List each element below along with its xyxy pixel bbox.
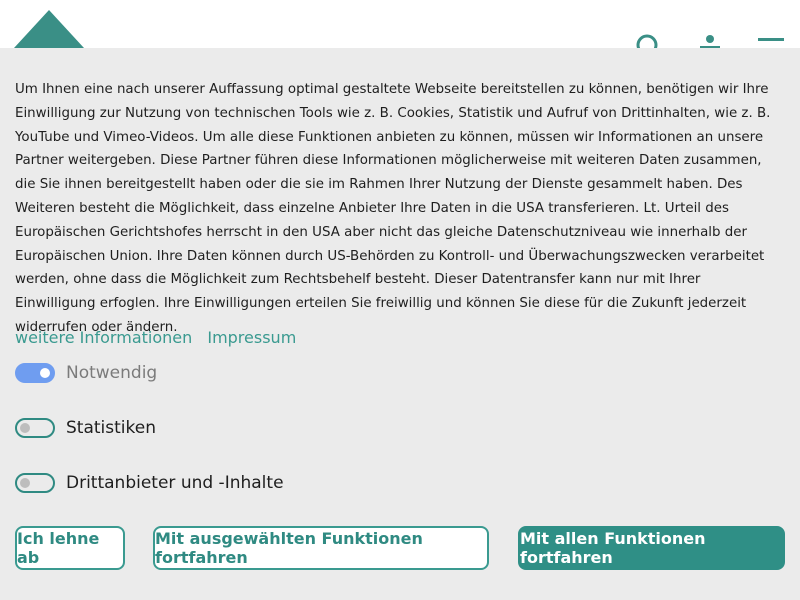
cookie-consent-banner: Um Ihnen eine nach unserer Auffassung op… [0,48,800,600]
continue-selected-button[interactable]: Mit ausgewählten Funktionen fortfahren [153,526,489,570]
statistics-label: Statistiken [66,418,156,438]
third-party-toggle[interactable] [15,473,55,493]
consent-text: Um Ihnen eine nach unserer Auffassung op… [15,82,771,335]
toggle-knob [40,368,50,378]
imprint-link[interactable]: Impressum [207,328,296,347]
toggle-knob [20,423,30,433]
toggle-row-necessary: Notwendig [15,363,157,383]
necessary-toggle[interactable] [15,363,55,383]
logo[interactable] [14,10,84,48]
third-party-label: Drittanbieter und -Inhalte [66,473,284,493]
reject-button[interactable]: Ich lehne ab [15,526,125,570]
consent-links: weitere Informationen Impressum [15,328,306,347]
necessary-label: Notwendig [66,363,158,383]
toggle-row-statistics: Statistiken [15,418,156,438]
more-info-link[interactable]: weitere Informationen [15,328,192,347]
statistics-toggle[interactable] [15,418,55,438]
toggle-row-third-party: Drittanbieter und -Inhalte [15,473,284,493]
toggle-knob [20,478,30,488]
accept-all-button[interactable]: Mit allen Funktionen fortfahren [518,526,785,570]
